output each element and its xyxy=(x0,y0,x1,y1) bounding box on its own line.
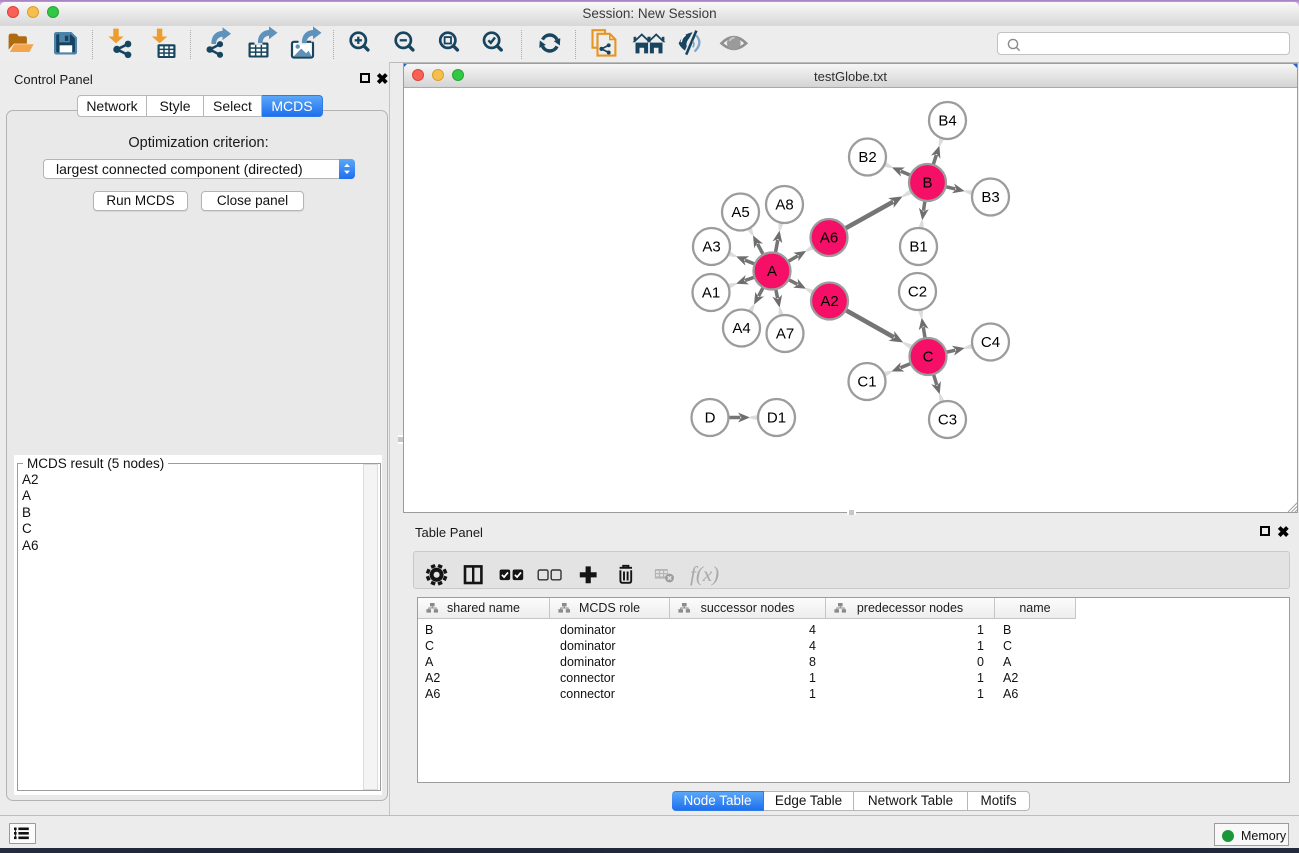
svg-text:B: B xyxy=(922,175,932,192)
svg-text:C3: C3 xyxy=(938,412,957,429)
svg-text:A8: A8 xyxy=(775,197,793,214)
svg-text:A: A xyxy=(767,263,777,280)
svg-text:C1: C1 xyxy=(857,374,876,391)
svg-text:B2: B2 xyxy=(858,149,876,166)
svg-text:A7: A7 xyxy=(776,326,794,343)
svg-text:A4: A4 xyxy=(732,320,750,337)
svg-text:B1: B1 xyxy=(909,239,927,256)
svg-text:f(x): f(x) xyxy=(690,562,719,586)
svg-text:C4: C4 xyxy=(981,334,1000,351)
svg-text:A3: A3 xyxy=(702,239,720,256)
svg-text:D: D xyxy=(705,410,716,427)
svg-text:A5: A5 xyxy=(731,204,749,221)
svg-text:A6: A6 xyxy=(820,230,838,247)
svg-text:B3: B3 xyxy=(981,189,999,206)
svg-text:C: C xyxy=(923,349,934,366)
svg-text:A2: A2 xyxy=(820,293,838,310)
svg-text:D1: D1 xyxy=(767,410,786,427)
svg-text:A1: A1 xyxy=(702,285,720,302)
svg-text:C2: C2 xyxy=(908,284,927,301)
svg-text:B4: B4 xyxy=(938,113,956,130)
